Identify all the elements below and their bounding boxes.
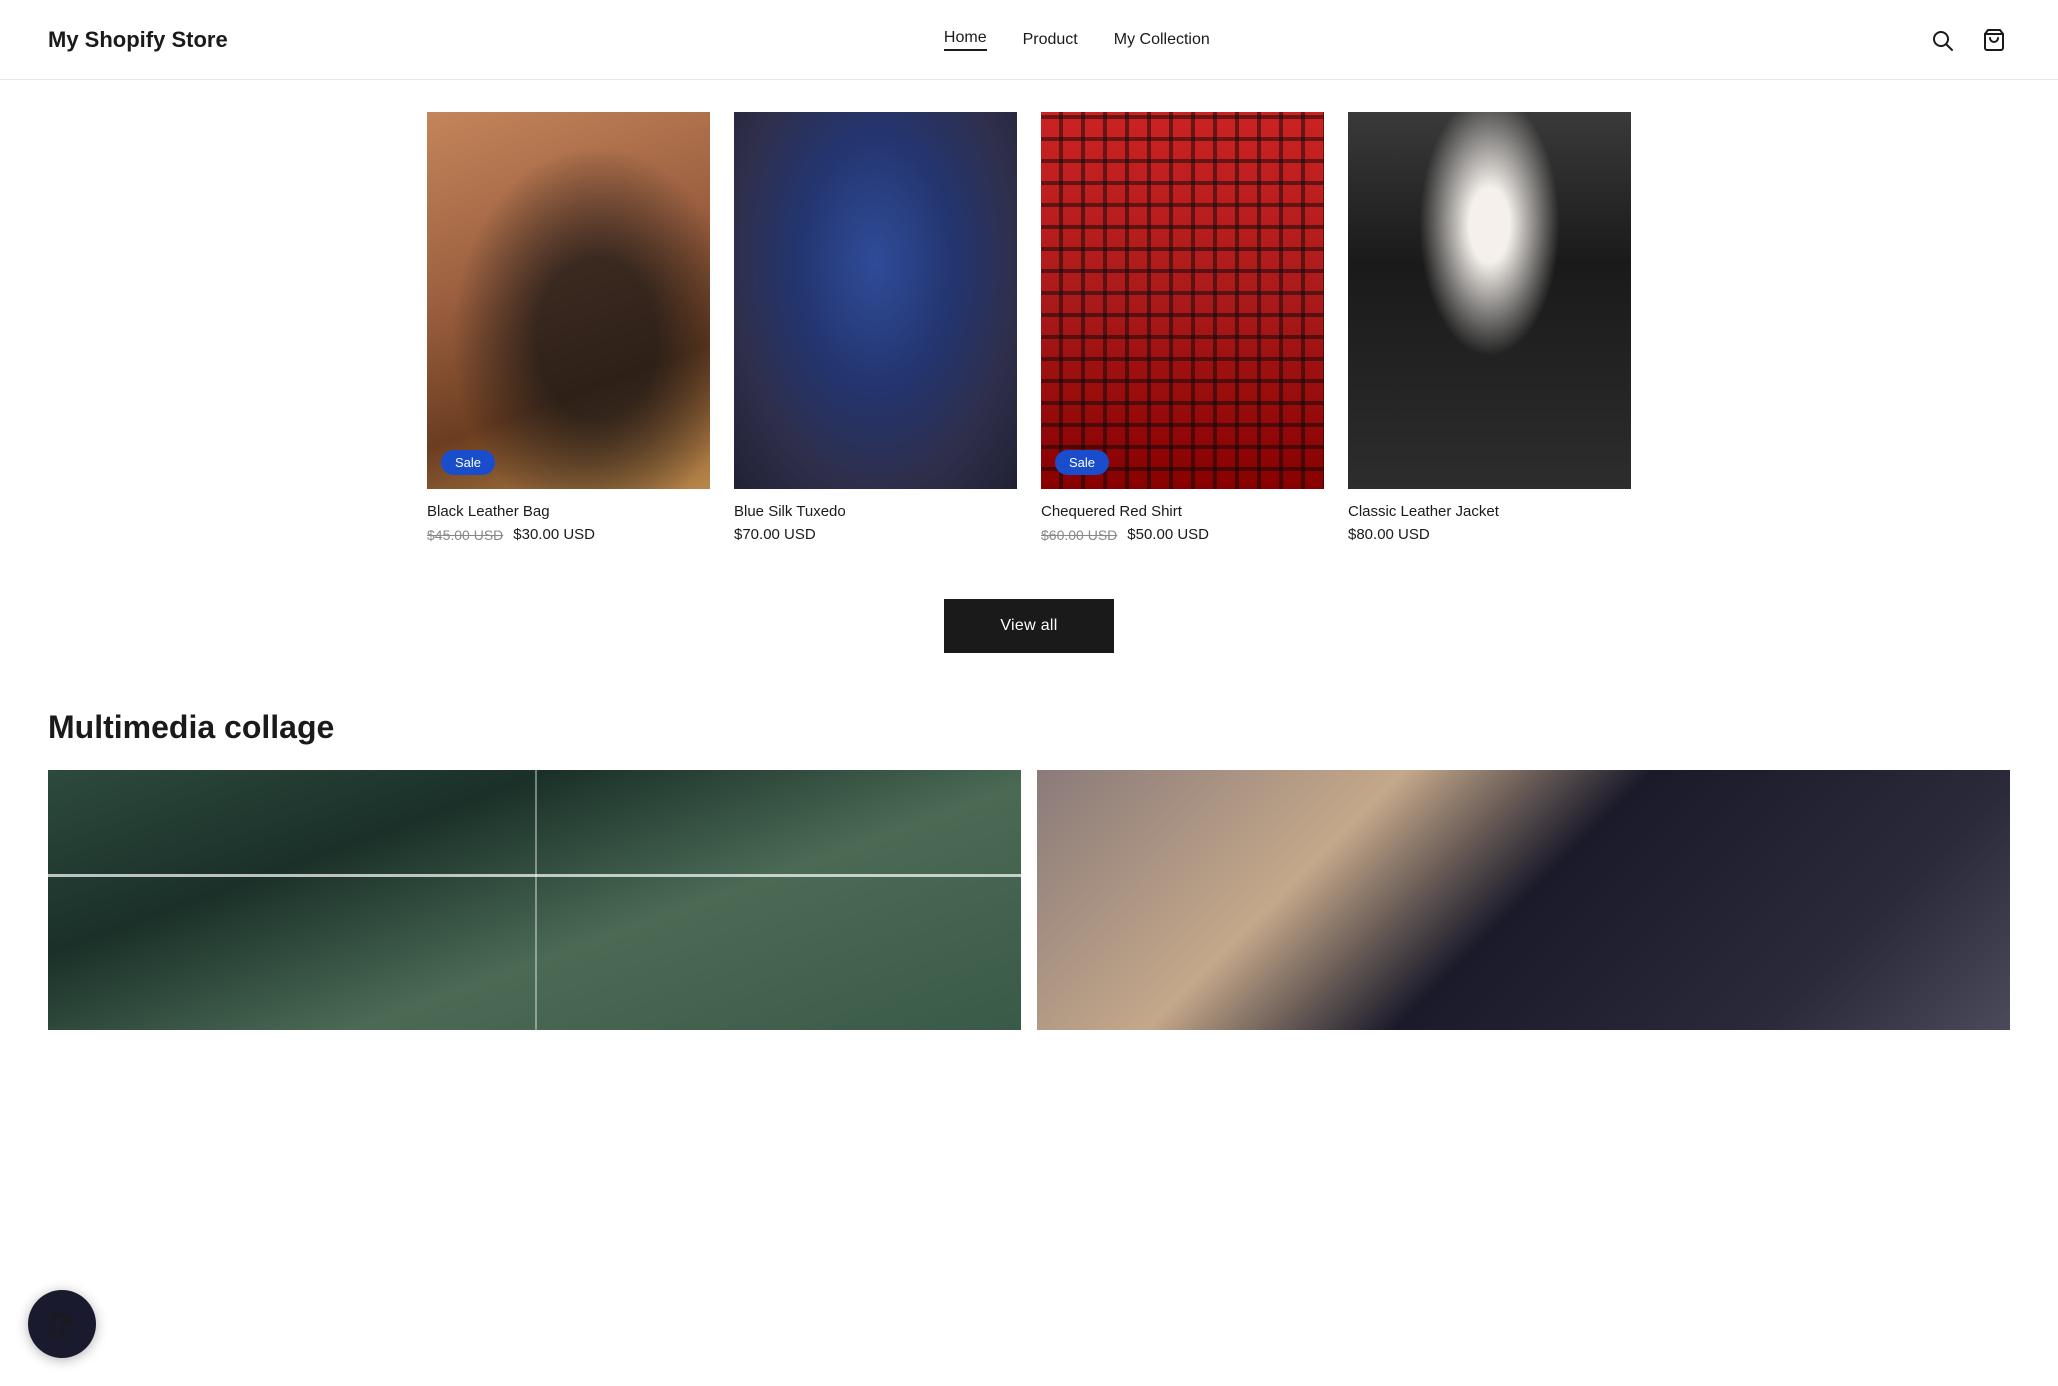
product-card[interactable]: Sale Chequered Red Shirt $60.00 USD $50.… [1041,112,1324,543]
site-header: My Shopify Store Home Product My Collect… [0,0,2058,80]
price-row: $80.00 USD [1348,526,1631,543]
collage-image-court [48,770,1021,1030]
price-regular: $70.00 USD [734,526,816,543]
product-name: Classic Leather Jacket [1348,503,1631,520]
price-sale: $50.00 USD [1127,526,1209,543]
search-icon [1930,28,1954,52]
sale-badge: Sale [1055,450,1109,475]
header-actions [1926,24,2010,56]
product-card[interactable]: Classic Leather Jacket $80.00 USD [1348,112,1631,543]
product-card[interactable]: Sale Black Leather Bag $45.00 USD $30.00… [427,112,710,543]
product-name: Black Leather Bag [427,503,710,520]
main-nav: Home Product My Collection [944,29,1210,51]
sale-badge: Sale [441,450,495,475]
cart-icon [1982,28,2006,52]
product-image [1348,112,1631,489]
collage-section: Multimedia collage [0,709,2058,1030]
collage-image-woman [1037,770,2010,1030]
search-button[interactable] [1926,24,1958,56]
product-image-wrap: Sale [1041,112,1324,489]
cart-button[interactable] [1978,24,2010,56]
main-content: Sale Black Leather Bag $45.00 USD $30.00… [0,80,2058,1030]
nav-product[interactable]: Product [1023,31,1078,49]
price-row: $60.00 USD $50.00 USD [1041,526,1324,543]
view-all-button[interactable]: View all [944,599,1113,653]
product-image-wrap: Sale [427,112,710,489]
product-grid: Sale Black Leather Bag $45.00 USD $30.00… [427,80,1631,583]
price-row: $70.00 USD [734,526,1017,543]
product-image-wrap [1348,112,1631,489]
price-regular: $80.00 USD [1348,526,1430,543]
product-card[interactable]: Blue Silk Tuxedo $70.00 USD [734,112,1017,543]
product-name: Blue Silk Tuxedo [734,503,1017,520]
product-image [427,112,710,489]
product-image-wrap [734,112,1017,489]
collage-title: Multimedia collage [48,709,2010,746]
shopify-badge[interactable]: 🛍 [28,1290,96,1358]
collage-grid [48,770,2010,1030]
product-name: Chequered Red Shirt [1041,503,1324,520]
woman-image [1037,770,2010,1030]
price-sale: $30.00 USD [513,526,595,543]
product-image [734,112,1017,489]
price-original: $45.00 USD [427,527,503,543]
shopify-icon: 🛍 [44,1308,80,1341]
view-all-section: View all [427,583,1631,709]
nav-collection[interactable]: My Collection [1114,31,1210,49]
price-original: $60.00 USD [1041,527,1117,543]
court-image [48,770,1021,1030]
price-row: $45.00 USD $30.00 USD [427,526,710,543]
product-image [1041,112,1324,489]
store-logo[interactable]: My Shopify Store [48,27,228,53]
nav-home[interactable]: Home [944,29,987,51]
